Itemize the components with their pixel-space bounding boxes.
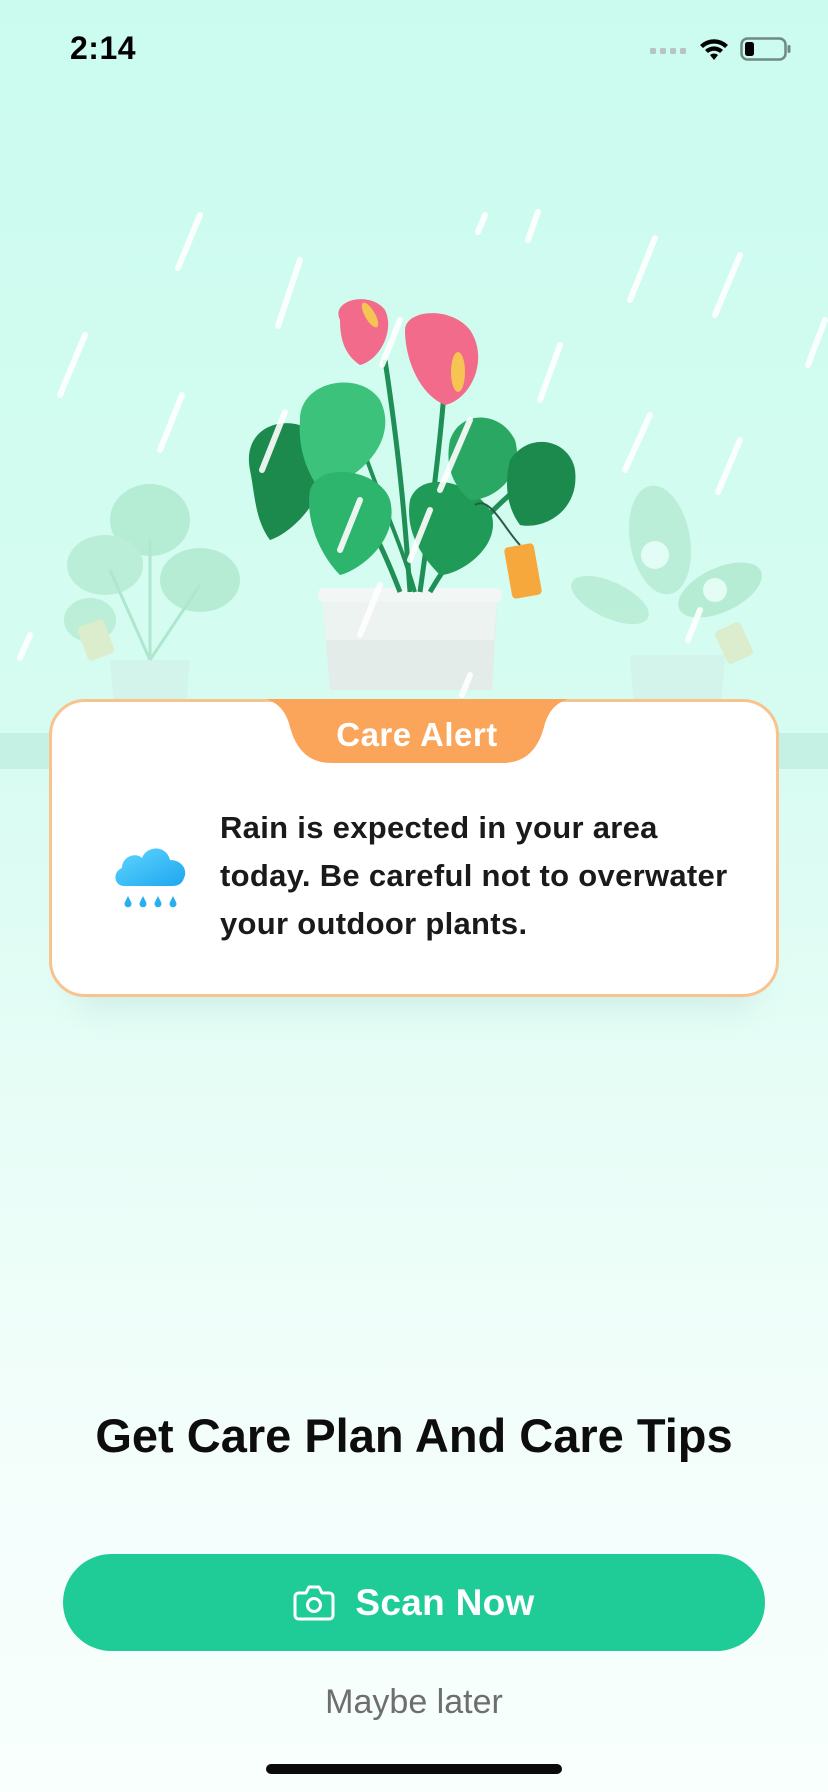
care-alert-title: Care Alert (336, 716, 498, 753)
scan-now-button[interactable]: Scan Now (63, 1554, 765, 1651)
page-headline: Get Care Plan And Care Tips (95, 1409, 733, 1462)
camera-icon (293, 1585, 335, 1620)
wifi-icon (700, 39, 728, 60)
status-bar: 2:14 (0, 0, 828, 100)
cellular-signal-icon (650, 48, 686, 54)
plants-illustration (17, 209, 828, 720)
main-plant (248, 299, 576, 690)
care-alert-card: Care Alert Rain is expected in your area… (49, 699, 779, 997)
battery-icon (740, 37, 791, 61)
rain-cloud-icon (115, 848, 186, 908)
maybe-later-link[interactable]: Maybe later (0, 1683, 828, 1722)
right-background-plant (571, 485, 762, 720)
left-background-plant (64, 484, 240, 720)
care-alert-message: Rain is expected in your area today. Be … (220, 810, 728, 941)
status-time: 2:14 (70, 30, 137, 66)
scan-now-label: Scan Now (355, 1581, 535, 1623)
home-indicator (266, 1764, 562, 1774)
status-icons (650, 34, 792, 64)
